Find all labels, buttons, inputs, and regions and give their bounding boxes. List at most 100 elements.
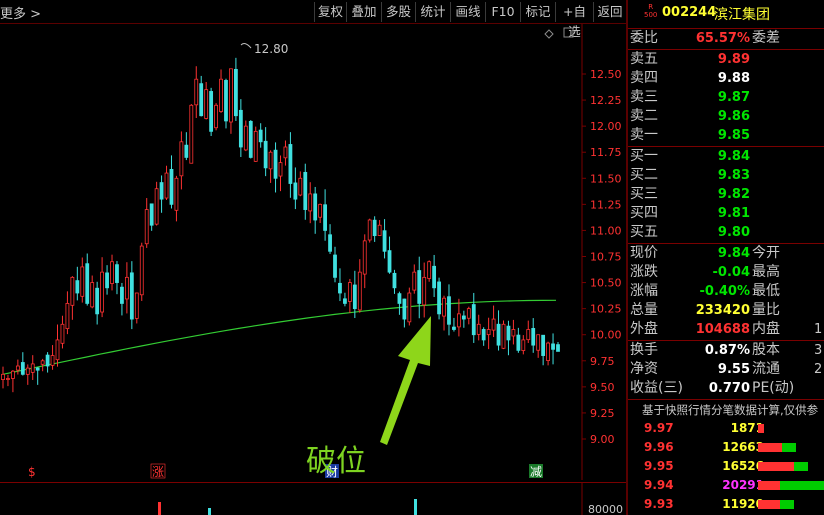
candle-body: [486, 329, 491, 336]
candle-body: [169, 169, 174, 205]
toolbar-button-stats[interactable]: 统计: [415, 2, 450, 22]
candle-body: [70, 276, 75, 306]
bid-price: 9.80: [717, 225, 750, 240]
stat-label: 总量: [630, 302, 658, 318]
candle-body: [298, 177, 303, 196]
stock-name[interactable]: 滨江集团: [714, 4, 770, 24]
toolbar-button-draw[interactable]: 画线: [450, 2, 485, 22]
trade-row[interactable]: 9.94 20291: [628, 476, 824, 495]
bid-row[interactable]: 买五 9.80: [628, 223, 824, 242]
price-tick-label: 9.00: [590, 433, 615, 446]
bid-row[interactable]: 买三 9.82: [628, 185, 824, 204]
toolbar-button-mark[interactable]: 标记: [520, 2, 555, 22]
candle-body: [461, 315, 466, 320]
trade-bar: [794, 462, 808, 471]
price-tick-label: 11.50: [590, 172, 622, 185]
separator: [628, 399, 824, 400]
event-marker-dividend[interactable]: $: [28, 465, 36, 479]
stat-label: 现价: [630, 245, 658, 261]
stat-value-2: 1: [814, 322, 823, 337]
weibi-row: 委比 65.57% 委差: [628, 29, 824, 48]
candle-body: [268, 151, 273, 170]
ask-row[interactable]: 卖一 9.85: [628, 126, 824, 145]
stat-label-2: PE(动): [752, 380, 795, 396]
stat-label: 换手: [630, 342, 658, 358]
more-link[interactable]: 更多 >: [0, 3, 41, 22]
stat-value: -0.04: [712, 265, 750, 280]
trade-bar: [758, 424, 764, 433]
candle-body: [45, 354, 50, 367]
bid-price: 9.82: [717, 187, 750, 202]
price-tick-label: 11.25: [590, 198, 622, 211]
candle-body: [65, 303, 70, 330]
price-tick-label: 9.50: [590, 381, 615, 394]
bid-row[interactable]: 买一 9.84: [628, 147, 824, 166]
ask-label: 卖二: [630, 108, 658, 124]
trade-bar: [758, 500, 780, 509]
candle-body: [30, 363, 35, 373]
stat-row: 总量 233420 量比: [628, 301, 824, 320]
trade-row[interactable]: 9.93 11920: [628, 495, 824, 514]
event-marker-up[interactable]: 涨: [152, 464, 164, 479]
ask-price: 9.86: [717, 109, 750, 124]
toolbar-button-fuquan[interactable]: 复权: [314, 2, 346, 22]
kline-chart[interactable]: 12.50 12.25 12.00 11.75 11.50 11.25 11.00 10.75…: [0, 24, 626, 480]
candle-body: [199, 83, 204, 117]
toolbar-button-back[interactable]: 返回: [593, 2, 626, 22]
stat-label-2: 内盘: [752, 321, 780, 337]
bid-label: 买一: [630, 148, 658, 164]
candle-body: [229, 68, 233, 123]
candle-body: [303, 171, 308, 210]
candle-body: [75, 280, 80, 294]
trade-price: 9.94: [644, 478, 674, 492]
stat-value: -0.40%: [699, 284, 751, 299]
high-marker-icon: [240, 43, 252, 49]
weicha-label: 委差: [752, 30, 780, 46]
toolbar-button-add-watchlist[interactable]: +自选: [555, 2, 593, 39]
bid-label: 买五: [630, 224, 658, 240]
stat-value: 0.87%: [704, 343, 750, 358]
candle-body: [80, 266, 85, 297]
candle-body: [263, 140, 268, 169]
candle-body: [481, 329, 486, 341]
price-ticks: 12.50 12.25 12.00 11.75 11.50 11.25 11.00 10.75…: [582, 68, 622, 446]
diamond-icon[interactable]: [544, 29, 554, 39]
ask-row[interactable]: 卖二 9.86: [628, 107, 824, 126]
candle-body: [194, 78, 199, 106]
candle-body: [531, 328, 536, 346]
price-tick-label: 9.75: [590, 355, 615, 368]
bid-row[interactable]: 买四 9.81: [628, 204, 824, 223]
candle-body: [442, 297, 446, 317]
trade-price: 9.97: [644, 421, 674, 435]
price-tick-label: 10.25: [590, 303, 622, 316]
trade-row[interactable]: 9.95 16526: [628, 457, 824, 476]
trade-row[interactable]: 9.97 1871: [628, 419, 824, 438]
candle-body: [407, 292, 412, 323]
candle-body: [179, 141, 184, 177]
ask-price: 9.87: [717, 90, 750, 105]
trade-note: 基于快照行情分笔数据计算,仅供参: [642, 403, 819, 417]
kline-chart-svg: 12.50 12.25 12.00 11.75 11.50 11.25 11.00 10.75…: [1, 24, 622, 480]
stock-code[interactable]: 002244: [662, 5, 716, 20]
toolbar-button-overlay[interactable]: 叠加: [346, 2, 381, 22]
bid-row[interactable]: 买二 9.83: [628, 166, 824, 185]
ask-row[interactable]: 卖三 9.87: [628, 88, 824, 107]
price-tick-label: 10.50: [590, 277, 622, 290]
candle-body: [283, 146, 288, 159]
volume-bar: [158, 502, 161, 515]
toolbar-button-multi-stock[interactable]: 多股: [381, 2, 415, 22]
candle-body: [437, 281, 441, 315]
candle-body: [466, 308, 471, 319]
candle-body: [214, 104, 218, 129]
price-tick-label: 10.75: [590, 251, 622, 264]
trade-row[interactable]: 9.96 12663: [628, 438, 824, 457]
candle-body: [412, 271, 417, 291]
ask-row[interactable]: 卖五 9.89: [628, 50, 824, 69]
maximize-icon[interactable]: [563, 27, 574, 38]
toolbar-button-f10[interactable]: F10: [485, 2, 520, 22]
ask-row[interactable]: 卖四 9.88: [628, 69, 824, 88]
event-marker-reduce[interactable]: 减: [530, 465, 542, 479]
volume-chart-svg: 80000: [158, 483, 623, 515]
candle-body: [447, 296, 451, 325]
volume-chart[interactable]: 80000: [0, 482, 626, 515]
